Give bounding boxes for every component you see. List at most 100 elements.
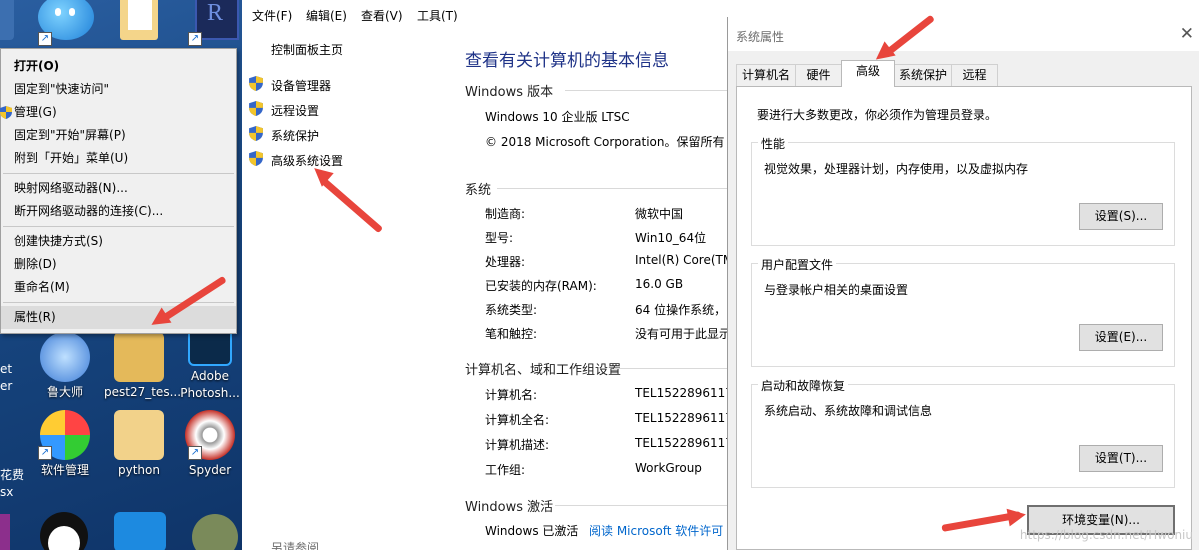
row-value: 64 位操作系统， xyxy=(635,303,727,317)
partial-desktop-icon[interactable] xyxy=(0,0,14,40)
group-description: 视觉效果，处理器计划，内存使用，以及虚拟内存 xyxy=(764,162,1029,176)
row-label: 计算机描述: xyxy=(485,438,550,452)
user-profiles-settings-button[interactable]: 设置(E)... xyxy=(1079,324,1163,351)
section-windows-edition: Windows 版本 xyxy=(465,85,554,100)
folder-icon[interactable] xyxy=(120,0,158,40)
startup-recovery-settings-button[interactable]: 设置(T)... xyxy=(1079,445,1163,472)
shortcut-arrow-icon: ↗ xyxy=(188,32,202,46)
menu-item-pin-start[interactable]: 固定到"开始"屏幕(P) xyxy=(1,124,236,147)
left-navigation: 控制面板主页 设备管理器 远程设置 系统保护 高级系统设置 另请参阅 xyxy=(242,28,442,550)
row-label: 已安装的内存(RAM): xyxy=(485,279,597,293)
menu-item-disconnect-network-drive[interactable]: 断开网络驱动器的连接(C)... xyxy=(1,200,236,223)
row-label: 型号: xyxy=(485,231,514,245)
row-value: Intel(R) Core(TM xyxy=(635,253,734,267)
control-panel-home-link[interactable]: 控制面板主页 xyxy=(271,41,343,58)
user-profiles-group: 用户配置文件 与登录帐户相关的桌面设置 设置(E)... xyxy=(751,256,1175,367)
tab-system-protection[interactable]: 系统保护 xyxy=(894,64,952,86)
system-properties-dialog: 系统属性 ✕ 计算机名 硬件 高级 系统保护 远程 要进行大多数更改，你必须作为… xyxy=(727,17,1199,550)
menu-file[interactable]: 文件(F) xyxy=(252,7,292,24)
page-title: 查看有关计算机的基本信息 xyxy=(465,51,669,71)
row-value: TEL15228961174 xyxy=(635,411,741,425)
row-label: 笔和触控: xyxy=(485,327,538,341)
partial-desktop-icon[interactable] xyxy=(0,514,10,550)
desktop-icon-software-manager[interactable]: 软件管理 xyxy=(30,410,100,478)
shield-icon xyxy=(249,101,263,116)
device-manager-link[interactable]: 设备管理器 xyxy=(271,77,331,94)
close-icon[interactable]: ✕ xyxy=(1180,24,1194,44)
system-window: 文件(F) 编辑(E) 查看(V) 工具(T) 控制面板主页 设备管理器 远程设… xyxy=(242,0,741,550)
license-link[interactable]: 阅读 Microsoft 软件许可 xyxy=(589,522,723,539)
performance-settings-button[interactable]: 设置(S)... xyxy=(1079,203,1163,230)
shield-icon xyxy=(249,126,263,141)
shortcut-arrow-icon: ↗ xyxy=(188,446,202,460)
group-legend: 性能 xyxy=(758,135,789,152)
menu-item-delete[interactable]: 删除(D) xyxy=(1,253,236,276)
divider xyxy=(614,368,728,369)
menu-bar: 文件(F) 编辑(E) 查看(V) 工具(T) xyxy=(242,0,728,28)
advanced-system-settings-link[interactable]: 高级系统设置 xyxy=(271,152,343,169)
row-label: 制造商: xyxy=(485,207,526,221)
advanced-tab-panel: 要进行大多数更改，你必须作为管理员登录。 性能 视觉效果，处理器计划，内存使用，… xyxy=(736,86,1192,550)
edge-label: 花费 xyxy=(0,468,25,482)
desktop-icon-pest27[interactable]: pest27_tes... xyxy=(104,332,181,400)
menu-item-open[interactable]: 打开(O) xyxy=(1,55,236,78)
tab-advanced[interactable]: 高级 xyxy=(841,60,895,87)
shield-icon xyxy=(0,106,12,119)
startup-recovery-group: 启动和故障恢复 系统启动、系统故障和调试信息 设置(T)... xyxy=(751,377,1175,488)
feishu-bird-icon[interactable] xyxy=(114,512,166,550)
menu-item-manage[interactable]: 管理(G) xyxy=(0,101,236,124)
section-system: 系统 xyxy=(465,183,492,198)
dialog-title: 系统属性 xyxy=(736,30,785,44)
divider xyxy=(497,188,728,189)
row-value: 16.0 GB xyxy=(635,277,684,291)
see-also-heading: 另请参阅 xyxy=(271,541,320,550)
menu-item-map-network-drive[interactable]: 映射网络驱动器(N)... xyxy=(1,177,236,200)
remote-settings-link[interactable]: 远程设置 xyxy=(271,102,319,119)
tab-computer-name[interactable]: 计算机名 xyxy=(736,64,796,86)
menu-view[interactable]: 查看(V) xyxy=(361,7,403,24)
performance-group: 性能 视觉效果，处理器计划，内存使用，以及虚拟内存 设置(S)... xyxy=(751,135,1175,246)
shortcut-arrow-icon: ↗ xyxy=(38,32,52,46)
divider xyxy=(555,505,728,506)
shield-icon xyxy=(249,76,263,91)
desktop-icon-photoshop[interactable]: Adobe Photosh... xyxy=(178,322,242,402)
shield-icon xyxy=(249,151,263,166)
system-protection-link[interactable]: 系统保护 xyxy=(271,127,319,144)
row-value: 微软中国 xyxy=(635,207,684,221)
menu-item-create-shortcut[interactable]: 创建快捷方式(S) xyxy=(1,230,236,253)
dialog-titlebar: 系统属性 ✕ xyxy=(728,17,1199,51)
copyright-text: © 2018 Microsoft Corporation。保留所有 xyxy=(485,135,725,149)
group-description: 系统启动、系统故障和调试信息 xyxy=(764,404,933,418)
menu-tools[interactable]: 工具(T) xyxy=(417,7,458,24)
edge-label: er xyxy=(0,379,13,393)
section-computer-name: 计算机名、域和工作组设置 xyxy=(465,363,622,378)
activation-status: Windows 已激活 xyxy=(485,524,579,538)
desktop-icon-spyder[interactable]: Spyder xyxy=(178,410,242,478)
row-value: TEL15228961174 xyxy=(635,436,741,450)
row-label: 计算机名: xyxy=(485,388,538,402)
divider xyxy=(565,90,728,91)
desktop-icon-ludashi[interactable]: 鲁大师 xyxy=(30,332,100,400)
admin-note: 要进行大多数更改，你必须作为管理员登录。 xyxy=(757,108,998,122)
tab-remote[interactable]: 远程 xyxy=(951,64,998,86)
menu-item-pin-quick-access[interactable]: 固定到"快速访问" xyxy=(1,78,236,101)
row-label: 工作组: xyxy=(485,463,526,477)
menu-item-properties[interactable]: 属性(R) xyxy=(1,306,236,329)
section-activation: Windows 激活 xyxy=(465,500,554,515)
menu-separator xyxy=(3,226,234,227)
menu-edit[interactable]: 编辑(E) xyxy=(306,7,347,24)
row-label: 系统类型: xyxy=(485,303,538,317)
row-value: 没有可用于此显示 xyxy=(635,327,732,341)
row-label: 计算机全名: xyxy=(485,413,550,427)
row-value: WorkGroup xyxy=(635,461,702,475)
group-description: 与登录帐户相关的桌面设置 xyxy=(764,283,909,297)
group-legend: 用户配置文件 xyxy=(758,256,837,273)
tab-hardware[interactable]: 硬件 xyxy=(795,64,842,86)
menu-separator xyxy=(3,173,234,174)
edge-label: et xyxy=(0,362,13,376)
row-value: Win10_64位 xyxy=(635,231,707,245)
menu-item-attach-start-menu[interactable]: 附到「开始」菜单(U) xyxy=(1,147,236,170)
watermark: https://blog.csdn.net/Hwoniu xyxy=(1019,528,1193,542)
desktop-icon-python[interactable]: python xyxy=(104,410,174,478)
group-legend: 启动和故障恢复 xyxy=(758,377,849,394)
